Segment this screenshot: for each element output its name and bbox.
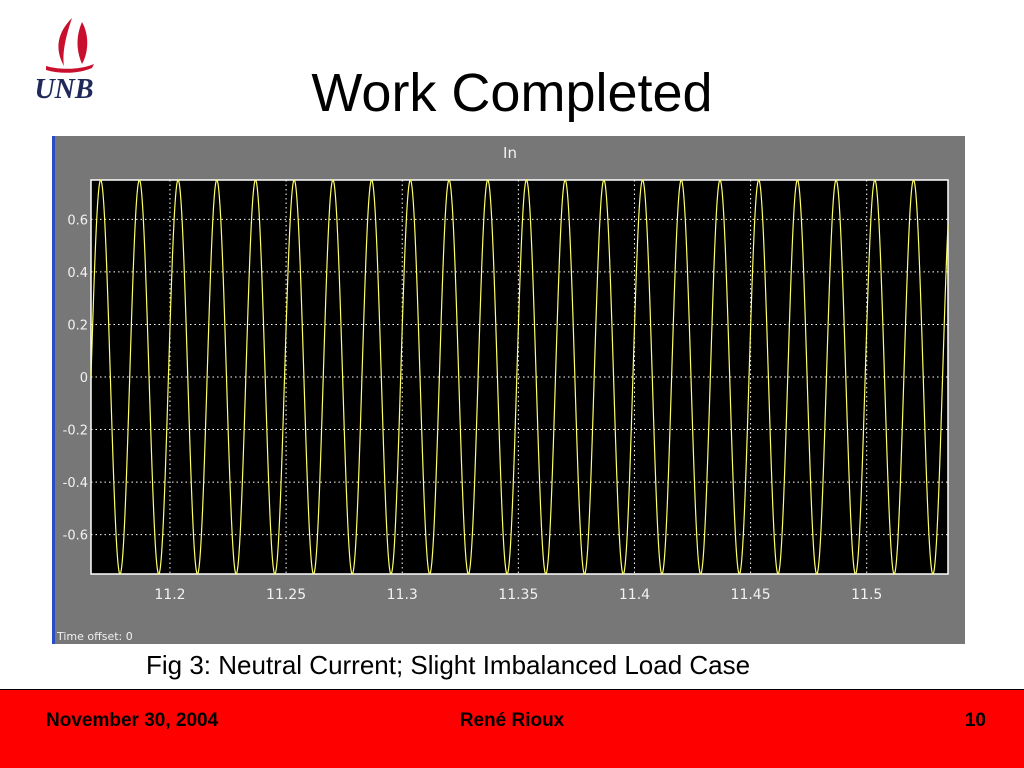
y-tick-label: -0.6 bbox=[63, 529, 88, 544]
footer-bar: November 30, 2004 René Rioux 10 bbox=[0, 689, 1024, 768]
y-tick-label: 0.4 bbox=[67, 266, 88, 281]
x-tick-label: 11.2 bbox=[154, 587, 185, 603]
figure-caption: Fig 3: Neutral Current; Slight Imbalance… bbox=[146, 650, 751, 680]
x-tick-label: 11.3 bbox=[387, 587, 418, 603]
scope-window: In 0.6 0.4 0.2 0 -0.2 -0.4 -0.6 11.2 11.25 11.3 11… bbox=[52, 136, 965, 644]
sail-logo-mark bbox=[58, 18, 88, 66]
page-number: 10 bbox=[964, 710, 986, 731]
x-tick-label: 11.35 bbox=[498, 587, 538, 603]
x-tick-label: 11.45 bbox=[731, 587, 771, 603]
x-tick-label: 11.25 bbox=[266, 587, 306, 603]
chart-svg: 0.6 0.4 0.2 0 -0.2 -0.4 -0.6 11.2 11.25 11.3 11.35… bbox=[63, 179, 949, 603]
slide-title: Work Completed bbox=[311, 63, 713, 123]
y-tick-label: -0.4 bbox=[63, 476, 88, 491]
y-tick-label: 0.6 bbox=[67, 213, 88, 228]
y-tick-label: 0 bbox=[80, 371, 88, 386]
x-tick-label: 11.5 bbox=[851, 587, 882, 603]
time-offset-label: Time offset: 0 bbox=[57, 630, 133, 643]
y-tick-label: 0.2 bbox=[67, 318, 88, 333]
footer-author: René Rioux bbox=[459, 710, 565, 731]
y-tick-label: -0.2 bbox=[63, 424, 88, 439]
x-tick-label: 11.4 bbox=[619, 587, 650, 603]
